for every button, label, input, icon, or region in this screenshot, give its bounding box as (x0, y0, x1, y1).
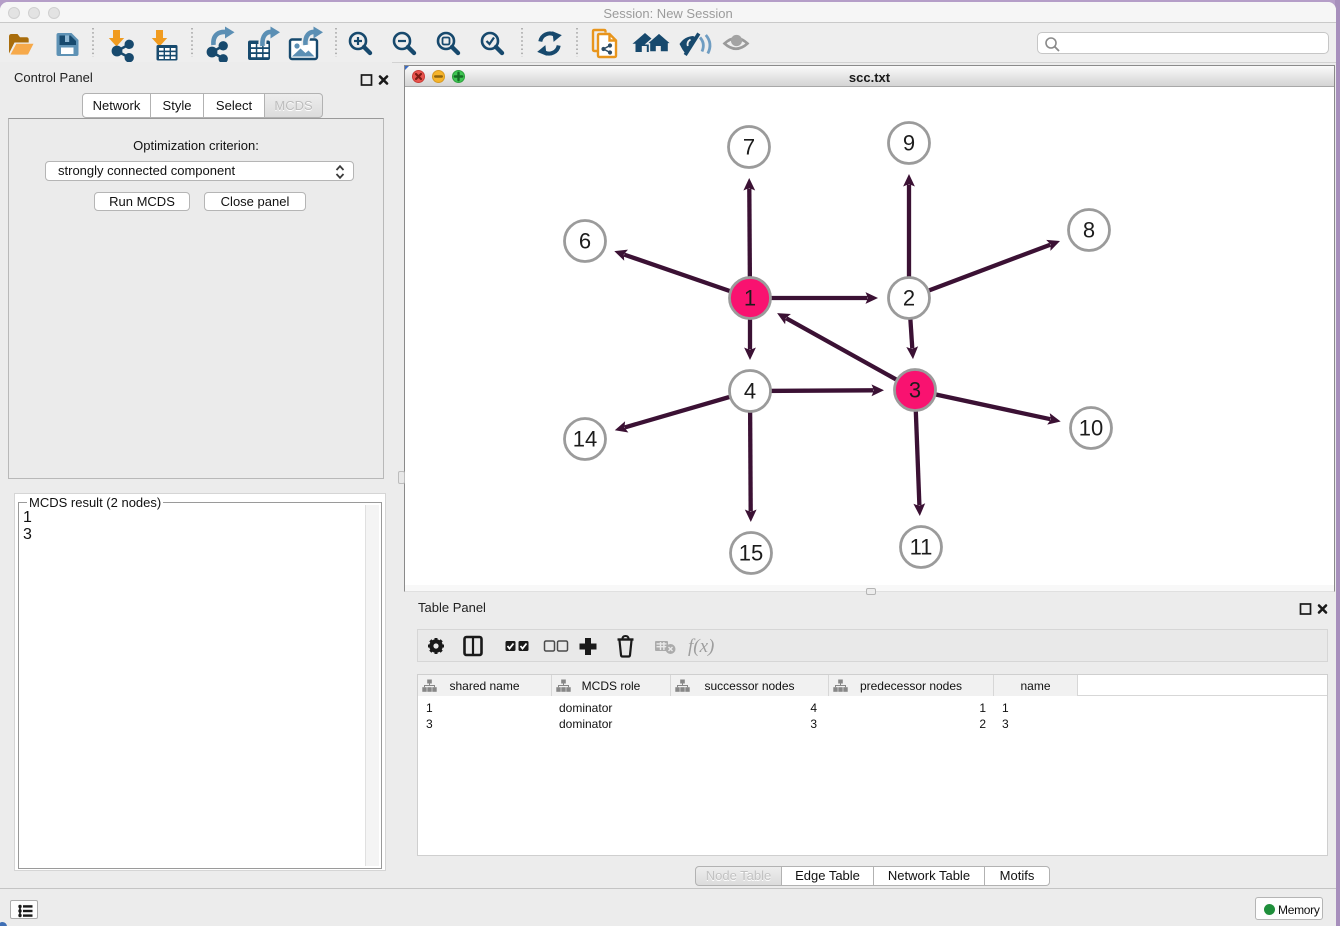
svg-text:f(x): f(x) (688, 636, 714, 657)
svg-text:9: 9 (903, 131, 915, 156)
svg-text:8: 8 (1083, 218, 1095, 243)
svg-text:1: 1 (744, 286, 756, 311)
svg-text:6: 6 (579, 229, 591, 254)
svg-text:14: 14 (573, 427, 597, 452)
svg-text:2: 2 (903, 286, 915, 311)
svg-text:3: 3 (909, 378, 921, 403)
svg-text:10: 10 (1079, 416, 1103, 441)
svg-text:11: 11 (910, 535, 933, 560)
svg-text:15: 15 (739, 541, 763, 566)
svg-text:4: 4 (744, 379, 756, 404)
svg-text:7: 7 (743, 135, 755, 160)
